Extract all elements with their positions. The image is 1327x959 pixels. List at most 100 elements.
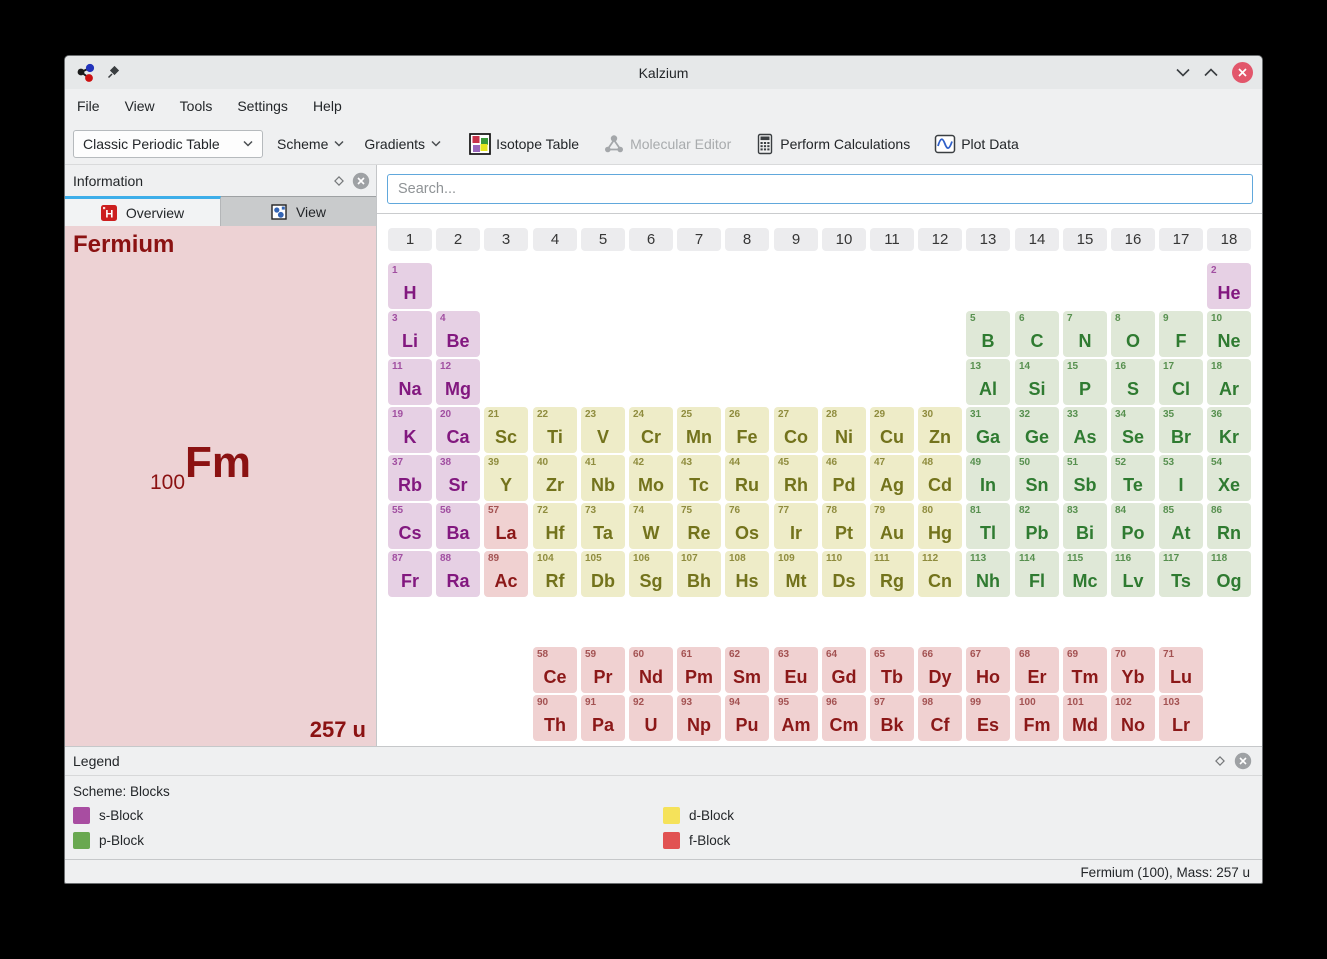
element-cell-Co[interactable]: 27Co [774,407,818,453]
element-cell-Tc[interactable]: 43Tc [677,455,721,501]
element-cell-Au[interactable]: 79Au [870,503,914,549]
element-cell-Ga[interactable]: 31Ga [966,407,1010,453]
pin-icon[interactable] [106,66,120,80]
element-cell-Cl[interactable]: 17Cl [1159,359,1203,405]
gradients-button[interactable]: Gradients [364,136,441,152]
element-cell-H[interactable]: 1H [388,263,432,309]
float-panel-icon[interactable] [1214,755,1226,767]
element-cell-In[interactable]: 49In [966,455,1010,501]
element-cell-Ge[interactable]: 32Ge [1015,407,1059,453]
table-type-select[interactable]: Classic Periodic Table [73,130,263,158]
element-cell-Mt[interactable]: 109Mt [774,551,818,597]
element-cell-Ni[interactable]: 28Ni [822,407,866,453]
element-cell-Rn[interactable]: 86Rn [1207,503,1251,549]
menu-item-file[interactable]: File [77,98,100,114]
element-cell-N[interactable]: 7N [1063,311,1107,357]
element-cell-Ra[interactable]: 88Ra [436,551,480,597]
element-cell-B[interactable]: 5B [966,311,1010,357]
element-cell-Nh[interactable]: 113Nh [966,551,1010,597]
element-cell-La[interactable]: 57La [484,503,528,549]
element-cell-Sc[interactable]: 21Sc [484,407,528,453]
element-cell-Db[interactable]: 105Db [581,551,625,597]
element-cell-Nd[interactable]: 60Nd [629,647,673,693]
element-cell-F[interactable]: 9F [1159,311,1203,357]
perform-calculations-button[interactable]: Perform Calculations [755,133,910,155]
menu-item-view[interactable]: View [125,98,155,114]
element-cell-Ca[interactable]: 20Ca [436,407,480,453]
tab-overview[interactable]: H Overview [65,196,221,226]
element-cell-Fm[interactable]: 100Fm [1015,695,1059,741]
element-cell-Og[interactable]: 118Og [1207,551,1251,597]
element-cell-Bh[interactable]: 107Bh [677,551,721,597]
element-cell-Hg[interactable]: 80Hg [918,503,962,549]
element-cell-Md[interactable]: 101Md [1063,695,1107,741]
tab-view[interactable]: View [221,196,376,226]
element-cell-Ts[interactable]: 117Ts [1159,551,1203,597]
element-cell-Fe[interactable]: 26Fe [725,407,769,453]
element-cell-Ne[interactable]: 10Ne [1207,311,1251,357]
element-cell-O[interactable]: 8O [1111,311,1155,357]
element-cell-Ar[interactable]: 18Ar [1207,359,1251,405]
element-cell-Li[interactable]: 3Li [388,311,432,357]
element-cell-Re[interactable]: 75Re [677,503,721,549]
element-cell-Zr[interactable]: 40Zr [533,455,577,501]
element-cell-Sr[interactable]: 38Sr [436,455,480,501]
element-cell-Al[interactable]: 13Al [966,359,1010,405]
element-cell-Cu[interactable]: 29Cu [870,407,914,453]
element-cell-Ag[interactable]: 47Ag [870,455,914,501]
element-cell-Cm[interactable]: 96Cm [822,695,866,741]
minimize-icon[interactable] [1176,68,1190,77]
search-input[interactable] [387,174,1253,204]
element-cell-Tl[interactable]: 81Tl [966,503,1010,549]
element-cell-Gd[interactable]: 64Gd [822,647,866,693]
close-button[interactable] [1232,62,1253,83]
element-cell-Cn[interactable]: 112Cn [918,551,962,597]
element-cell-S[interactable]: 16S [1111,359,1155,405]
menu-item-tools[interactable]: Tools [180,98,213,114]
element-cell-Pm[interactable]: 61Pm [677,647,721,693]
element-cell-Es[interactable]: 99Es [966,695,1010,741]
element-cell-Lr[interactable]: 103Lr [1159,695,1203,741]
element-cell-U[interactable]: 92U [629,695,673,741]
element-cell-Pr[interactable]: 59Pr [581,647,625,693]
element-cell-Hf[interactable]: 72Hf [533,503,577,549]
element-cell-Tb[interactable]: 65Tb [870,647,914,693]
element-cell-Pu[interactable]: 94Pu [725,695,769,741]
element-cell-Sm[interactable]: 62Sm [725,647,769,693]
element-cell-He[interactable]: 2He [1207,263,1251,309]
element-cell-W[interactable]: 74W [629,503,673,549]
element-cell-Rh[interactable]: 45Rh [774,455,818,501]
menu-item-settings[interactable]: Settings [237,98,288,114]
element-cell-V[interactable]: 23V [581,407,625,453]
element-cell-Br[interactable]: 35Br [1159,407,1203,453]
element-cell-Pb[interactable]: 82Pb [1015,503,1059,549]
close-panel-icon[interactable] [352,172,370,190]
element-cell-P[interactable]: 15P [1063,359,1107,405]
element-cell-Ds[interactable]: 110Ds [822,551,866,597]
element-cell-Si[interactable]: 14Si [1015,359,1059,405]
element-cell-Sg[interactable]: 106Sg [629,551,673,597]
element-cell-Ce[interactable]: 58Ce [533,647,577,693]
element-cell-Sn[interactable]: 50Sn [1015,455,1059,501]
element-cell-Eu[interactable]: 63Eu [774,647,818,693]
element-cell-Na[interactable]: 11Na [388,359,432,405]
element-cell-Rg[interactable]: 111Rg [870,551,914,597]
element-cell-Y[interactable]: 39Y [484,455,528,501]
float-panel-icon[interactable] [333,175,345,187]
element-cell-At[interactable]: 85At [1159,503,1203,549]
element-cell-Bk[interactable]: 97Bk [870,695,914,741]
element-cell-Np[interactable]: 93Np [677,695,721,741]
element-cell-K[interactable]: 19K [388,407,432,453]
element-cell-Cr[interactable]: 24Cr [629,407,673,453]
element-cell-Hs[interactable]: 108Hs [725,551,769,597]
element-cell-Be[interactable]: 4Be [436,311,480,357]
element-cell-Ho[interactable]: 67Ho [966,647,1010,693]
element-cell-No[interactable]: 102No [1111,695,1155,741]
isotope-table-button[interactable]: Isotope Table [469,133,579,155]
element-cell-Sb[interactable]: 51Sb [1063,455,1107,501]
element-cell-I[interactable]: 53I [1159,455,1203,501]
element-cell-Pt[interactable]: 78Pt [822,503,866,549]
element-cell-Bi[interactable]: 83Bi [1063,503,1107,549]
element-cell-Rf[interactable]: 104Rf [533,551,577,597]
element-cell-Nb[interactable]: 41Nb [581,455,625,501]
